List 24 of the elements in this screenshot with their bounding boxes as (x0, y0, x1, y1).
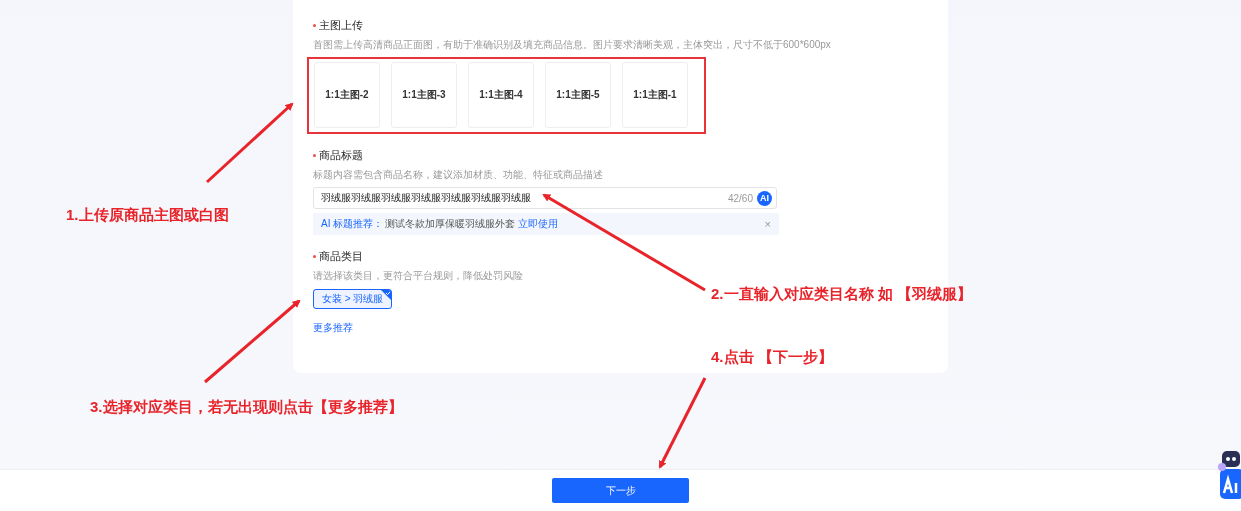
title-input[interactable]: 羽绒服羽绒服羽绒服羽绒服羽绒服羽绒服羽绒服 42/60 AI (313, 187, 777, 209)
section-title: 商品类目 (313, 249, 928, 264)
check-corner-icon (381, 290, 392, 300)
ai-suggestion-bar: AI 标题推荐： 测试冬款加厚保暖羽绒服外套 立即使用 × (313, 213, 779, 235)
section-title: 商品标题 (313, 148, 928, 163)
image-slot[interactable]: 1:1主图-4 (468, 62, 534, 128)
next-button[interactable]: 下一步 (552, 478, 689, 503)
use-now-link[interactable]: 立即使用 (518, 217, 559, 231)
annotation-text: 3.选择对应类目，若无出现则点击【更多推荐】 (90, 398, 403, 417)
more-link[interactable]: 更多推荐 (313, 321, 353, 335)
ai-button[interactable]: AI (757, 190, 772, 206)
image-slot[interactable]: 1:1主图-3 (391, 62, 457, 128)
section-hint: 请选择该类目，更符合平台规则，降低处罚风险 (313, 269, 524, 283)
annotation-text: 2.一直输入对应类目名称 如 【羽绒服】 (711, 285, 972, 304)
annotation-text: 1.上传原商品主图或白图 (66, 206, 229, 225)
section-hint: 标题内容需包含商品名称，建议添加材质、功能、特征或商品描述 (313, 168, 604, 182)
section-hint: 首图需上传高清商品正面图，有助于准确识别及填充商品信息。图片要求清晰美观，主体突出，尺寸不低于600*600px (313, 38, 832, 52)
category-option[interactable]: 女装 > 羽绒服 (313, 289, 393, 309)
char-counter: 42/60 (727, 192, 753, 204)
image-slot[interactable]: 1:1主图-2 (314, 62, 380, 128)
image-slot[interactable]: 1:1主图-1 (622, 62, 688, 128)
section-title: 主图上传 (313, 18, 928, 33)
image-slot[interactable]: 1:1主图-5 (545, 62, 611, 128)
annotation-text: 4.点击 【下一步】 (711, 348, 833, 367)
